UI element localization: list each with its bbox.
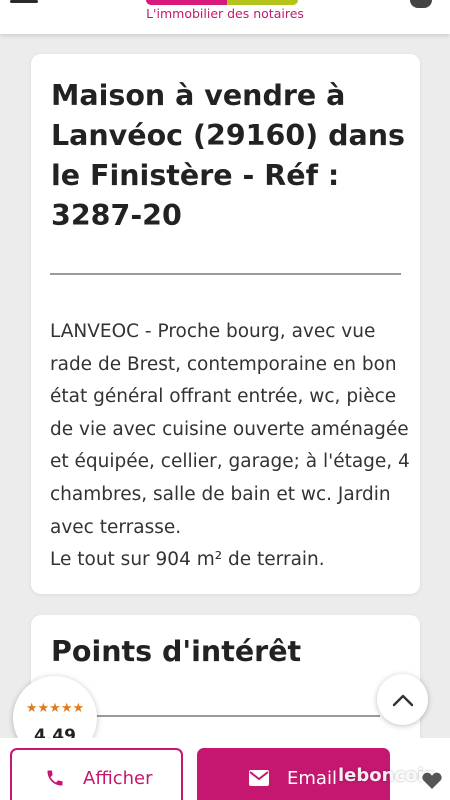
chevron-up-icon [392,694,413,706]
listing-description: LANVEOC - Proche bourg, avec vue rade de… [50,316,410,577]
email-label: Email [287,767,337,789]
heart-icon [420,771,444,791]
envelope-icon [249,770,269,786]
show-phone-label: Afficher [83,767,153,789]
site-header: L'immobilier des notaires [0,0,450,34]
show-phone-button[interactable]: Afficher [10,748,183,800]
listing-title: Maison à vendre à Lanvéoc (29160) dans l… [51,79,405,232]
rating-stars: ★★★★★ [25,701,85,716]
brand-logo[interactable] [146,0,298,5]
listing-card: Maison à vendre à Lanvéoc (29160) dans l… [31,54,420,594]
poi-title: Points d'intérêt [51,635,302,668]
brand-tagline: L'immobilier des notaires [146,6,304,21]
description-paragraph: LANVEOC - Proche bourg, avec vue rade de… [50,321,410,538]
phone-icon [47,770,63,786]
description-land-size: Le tout sur 904 m² de terrain. [50,549,325,571]
title-divider [50,273,401,275]
scroll-to-top-button[interactable] [377,674,428,725]
poi-divider [50,715,380,717]
